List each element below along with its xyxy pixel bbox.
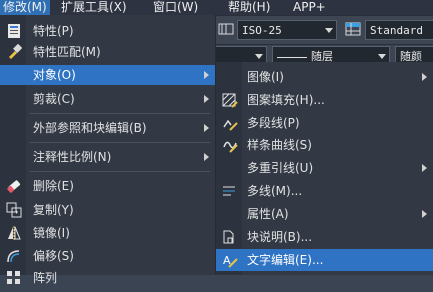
menu-item-label: 偏移(S) (33, 249, 74, 263)
menu-item-copy[interactable]: 复制(Y) (0, 200, 215, 220)
copy-icon (6, 202, 22, 218)
menu-item-label: 删除(E) (33, 179, 74, 193)
hatch-edit-icon (222, 92, 238, 108)
menu-item-label: 镜像(I) (33, 226, 70, 240)
menu-item-label: 复制(Y) (33, 203, 74, 217)
offset-icon (6, 248, 22, 264)
submenu-arrow-icon (204, 153, 209, 161)
submenu-arrow-icon (204, 124, 209, 132)
submenu-arrow-icon (204, 95, 209, 103)
menu-item-label: 注释性比例(N) (33, 150, 112, 164)
submenu-item-multiline[interactable]: 多线(M)... (216, 180, 433, 202)
text-edit-icon: A (222, 252, 238, 268)
menubar-modify[interactable]: 修改(M) (0, 0, 50, 15)
submenu-item-attribute[interactable]: 属性(A) (216, 203, 433, 225)
match-properties-icon (6, 43, 23, 60)
object-submenu: 图像(I) 图案填充(H)... 多段线(P) 样条曲线(S) 多重引线(U) … (216, 62, 433, 275)
menu-item-mirror[interactable]: 镜像(I) (0, 223, 215, 243)
menu-item-label: 外部参照和块编辑(B) (33, 121, 147, 135)
menu-item-label: 多段线(P) (247, 116, 300, 130)
menu-item-annotative-scale[interactable]: 注释性比例(N) (0, 147, 215, 167)
menu-item-erase[interactable]: 删除(E) (0, 176, 215, 196)
menu-item-label: 块说明(B)... (247, 230, 313, 244)
menu-item-label: 多线(M)... (247, 184, 303, 198)
erase-icon (6, 178, 22, 194)
submenu-item-image[interactable]: 图像(I) (216, 66, 433, 88)
menu-item-label: 对象(O) (33, 68, 76, 82)
menu-item-clip[interactable]: 剪裁(C) (0, 89, 215, 109)
submenu-arrow-icon (422, 73, 427, 81)
dimstyle-combo[interactable]: ISO-25 (237, 20, 337, 40)
menu-item-label: 特性(P) (33, 24, 74, 38)
dimstyle-icon (218, 21, 234, 37)
tablestyle-combo[interactable]: Standard (365, 20, 433, 40)
menu-separator (30, 171, 210, 172)
menu-separator (30, 142, 210, 143)
menu-item-label: 特性匹配(M) (33, 45, 101, 59)
menu-item-label: 剪裁(C) (33, 92, 75, 106)
table-style-icon (345, 21, 361, 37)
submenu-item-text-edit[interactable]: A 文字编辑(E)... (216, 249, 433, 271)
submenu-item-multileader[interactable]: 多重引线(U) (216, 157, 433, 179)
block-description-icon (222, 229, 238, 245)
menu-item-label: 多重引线(U) (247, 161, 314, 175)
menu-item-label: 图像(I) (247, 70, 284, 84)
menubar-app-plus[interactable]: APP+ (290, 0, 329, 15)
array-icon (6, 270, 22, 286)
multiline-edit-icon (222, 183, 238, 199)
submenu-item-polyline[interactable]: 多段线(P) (216, 112, 433, 134)
menu-item-xref-block-edit[interactable]: 外部参照和块编辑(B) (0, 118, 215, 138)
menu-item-label: 样条曲线(S) (247, 138, 312, 152)
chevron-down-icon (325, 28, 333, 33)
style-toolbar: ISO-25 Standard (215, 15, 433, 44)
submenu-arrow-icon (204, 71, 209, 79)
menubar-help[interactable]: 帮助(H) (225, 0, 273, 15)
menu-item-array[interactable]: 阵列 (0, 268, 215, 288)
tablestyle-value: Standard (370, 24, 423, 37)
submenu-arrow-icon (422, 164, 427, 172)
polyline-edit-icon (222, 115, 238, 131)
linetype-sample (277, 56, 307, 58)
submenu-item-spline[interactable]: 样条曲线(S) (216, 134, 433, 156)
properties-icon (6, 23, 22, 39)
menubar-extended-tools[interactable]: 扩展工具(X) (58, 0, 130, 15)
submenu-arrow-icon (422, 210, 427, 218)
menu-item-label: 阵列 (33, 271, 58, 285)
menu-item-match-properties[interactable]: 特性匹配(M) (0, 42, 215, 62)
menu-item-object[interactable]: 对象(O) (0, 65, 215, 85)
menu-item-label: 图案填充(H)... (247, 93, 325, 107)
submenu-item-hatch[interactable]: 图案填充(H)... (216, 89, 433, 111)
menu-bar: 修改(M) 扩展工具(X) 窗口(W) 帮助(H) APP+ (0, 0, 433, 15)
submenu-item-block-description[interactable]: 块说明(B)... (216, 226, 433, 248)
menu-item-label: 文字编辑(E)... (247, 253, 324, 267)
chevron-down-icon (255, 54, 263, 59)
mirror-icon (6, 225, 22, 241)
menu-item-offset[interactable]: 偏移(S) (0, 246, 215, 266)
menu-separator (30, 113, 210, 114)
spline-edit-icon (222, 137, 238, 153)
modify-menu: 特性(P) 特性匹配(M) 对象(O) 剪裁(C) 外部参照和块编辑(B) 注释… (0, 15, 216, 285)
chevron-down-icon (378, 54, 386, 59)
menu-item-label: 属性(A) (247, 207, 289, 221)
menu-item-properties[interactable]: 特性(P) (0, 21, 215, 41)
dimstyle-value: ISO-25 (242, 24, 282, 37)
menubar-window[interactable]: 窗口(W) (150, 0, 201, 15)
